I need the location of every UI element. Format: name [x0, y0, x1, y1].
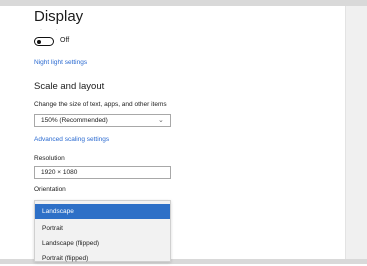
- toggle-state-label: Off: [60, 37, 70, 44]
- scale-label: Change the size of text, apps, and other…: [34, 101, 167, 108]
- scale-layout-heading: Scale and layout: [34, 81, 105, 92]
- resolution-label: Resolution: [34, 155, 65, 162]
- toggle-knob: [37, 39, 41, 44]
- dots: · ·: [40, 27, 64, 33]
- scrollbar[interactable]: [345, 6, 367, 259]
- scale-dropdown[interactable]: 150% (Recommended) ⌄: [34, 114, 171, 127]
- chevron-down-icon: ⌄: [158, 117, 164, 124]
- page-title: Display: [34, 8, 84, 25]
- scale-dropdown-value: 150% (Recommended): [41, 117, 108, 124]
- orientation-option-landscape-flipped[interactable]: Landscape (flipped): [35, 236, 170, 251]
- resolution-dropdown-value: 1920 × 1080: [41, 169, 78, 176]
- resolution-dropdown[interactable]: 1920 × 1080: [34, 166, 171, 179]
- night-light-settings-link[interactable]: Night light settings: [34, 59, 87, 66]
- advanced-scaling-link[interactable]: Advanced scaling settings: [34, 136, 109, 143]
- orientation-dropdown-list: Landscape Portrait Landscape (flipped) P…: [34, 200, 171, 262]
- orientation-option-landscape[interactable]: Landscape: [35, 204, 170, 219]
- orientation-label: Orientation: [34, 186, 66, 193]
- night-light-toggle[interactable]: [34, 37, 54, 46]
- orientation-option-portrait[interactable]: Portrait: [35, 221, 170, 236]
- window-top-edge: [0, 0, 367, 6]
